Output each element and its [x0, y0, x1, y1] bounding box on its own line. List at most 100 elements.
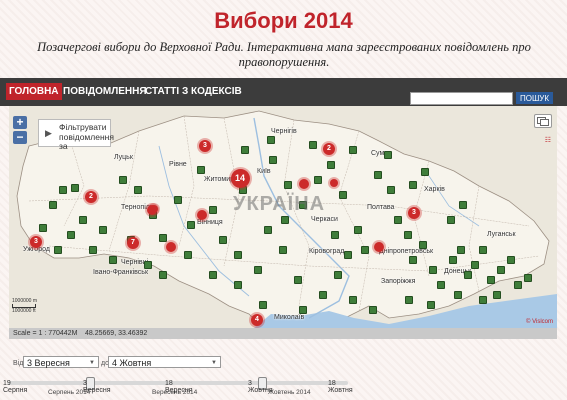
search-button[interactable]: ПОШУК	[516, 92, 553, 104]
report-marker-icon[interactable]	[99, 226, 107, 234]
report-marker-icon[interactable]	[264, 226, 272, 234]
report-marker-icon[interactable]	[184, 251, 192, 259]
report-marker-icon[interactable]	[374, 171, 382, 179]
report-marker-icon[interactable]	[419, 241, 427, 249]
report-marker-icon[interactable]	[344, 251, 352, 259]
cluster-marker[interactable]: 3	[199, 140, 211, 152]
report-marker-icon[interactable]	[384, 151, 392, 159]
report-marker-icon[interactable]	[79, 216, 87, 224]
report-marker-icon[interactable]	[119, 176, 127, 184]
cluster-marker[interactable]	[330, 179, 338, 187]
report-marker-icon[interactable]	[327, 161, 335, 169]
map-credit[interactable]: © Vislcom	[526, 319, 553, 325]
report-marker-icon[interactable]	[281, 216, 289, 224]
report-marker-icon[interactable]	[159, 234, 167, 242]
report-marker-icon[interactable]	[134, 186, 142, 194]
report-marker-icon[interactable]	[457, 246, 465, 254]
report-marker-icon[interactable]	[144, 261, 152, 269]
report-marker-icon[interactable]	[159, 271, 167, 279]
nav-item-home[interactable]: ГОЛОВНА	[6, 83, 62, 100]
report-marker-icon[interactable]	[404, 231, 412, 239]
report-marker-icon[interactable]	[524, 274, 532, 282]
report-marker-icon[interactable]	[71, 184, 79, 192]
report-marker-icon[interactable]	[361, 246, 369, 254]
report-marker-icon[interactable]	[89, 246, 97, 254]
report-marker-icon[interactable]	[471, 261, 479, 269]
cluster-marker[interactable]	[197, 210, 207, 220]
cluster-marker[interactable]: 2	[85, 191, 97, 203]
report-marker-icon[interactable]	[209, 271, 217, 279]
report-marker-icon[interactable]	[234, 251, 242, 259]
report-marker-icon[interactable]	[449, 256, 457, 264]
search-input[interactable]	[410, 92, 513, 105]
report-marker-icon[interactable]	[314, 176, 322, 184]
report-marker-icon[interactable]	[405, 296, 413, 304]
report-marker-icon[interactable]	[514, 281, 522, 289]
nav-item-code-articles[interactable]: СТАТТІ З КОДЕКСІВ	[142, 83, 245, 100]
report-marker-icon[interactable]	[394, 216, 402, 224]
report-marker-icon[interactable]	[39, 224, 47, 232]
map-view[interactable]: Чернігів Суми Луцьк Рівне Житомир Київ Харків Т…	[9, 106, 557, 328]
cluster-marker[interactable]	[166, 242, 176, 252]
cluster-marker[interactable]	[150, 205, 158, 213]
report-marker-icon[interactable]	[187, 221, 195, 229]
cluster-marker[interactable]	[299, 179, 309, 189]
report-marker-icon[interactable]	[294, 276, 302, 284]
report-marker-icon[interactable]	[234, 281, 242, 289]
report-marker-icon[interactable]	[429, 266, 437, 274]
report-marker-icon[interactable]	[349, 296, 357, 304]
report-marker-icon[interactable]	[49, 201, 57, 209]
layers-icon[interactable]	[534, 114, 552, 128]
report-marker-icon[interactable]	[299, 306, 307, 314]
report-marker-icon[interactable]	[447, 216, 455, 224]
report-marker-icon[interactable]	[409, 181, 417, 189]
report-marker-icon[interactable]	[354, 226, 362, 234]
report-marker-icon[interactable]	[67, 231, 75, 239]
report-marker-icon[interactable]	[219, 236, 227, 244]
report-marker-icon[interactable]	[369, 306, 377, 314]
report-marker-icon[interactable]	[259, 301, 267, 309]
from-date-select[interactable]: 3 Вересня ▼	[23, 356, 99, 368]
report-marker-icon[interactable]	[349, 146, 357, 154]
report-marker-icon[interactable]	[493, 291, 501, 299]
report-marker-icon[interactable]	[174, 196, 182, 204]
report-marker-icon[interactable]	[197, 166, 205, 174]
report-marker-icon[interactable]	[479, 246, 487, 254]
report-marker-icon[interactable]	[479, 296, 487, 304]
report-marker-icon[interactable]	[309, 141, 317, 149]
nav-item-messages[interactable]: ПОВІДОМЛЕННЯ	[60, 83, 150, 100]
report-marker-icon[interactable]	[319, 291, 327, 299]
cluster-marker[interactable]: 2	[323, 143, 335, 155]
report-marker-icon[interactable]	[409, 256, 417, 264]
report-marker-icon[interactable]	[54, 246, 62, 254]
report-marker-icon[interactable]	[267, 136, 275, 144]
report-marker-icon[interactable]	[421, 168, 429, 176]
report-marker-icon[interactable]	[464, 271, 472, 279]
report-marker-icon[interactable]	[209, 206, 217, 214]
report-marker-icon[interactable]	[454, 291, 462, 299]
cluster-marker[interactable]: 7	[127, 237, 139, 249]
rss-icon[interactable]: ☷	[545, 136, 551, 144]
report-marker-icon[interactable]	[339, 191, 347, 199]
report-marker-icon[interactable]	[241, 146, 249, 154]
cluster-marker[interactable]: 4	[251, 314, 263, 326]
report-marker-icon[interactable]	[497, 266, 505, 274]
report-marker-icon[interactable]	[387, 186, 395, 194]
filter-panel[interactable]: ▶ Фільтрувати повідомлення за	[38, 119, 114, 151]
report-marker-icon[interactable]	[279, 246, 287, 254]
report-marker-icon[interactable]	[269, 156, 277, 164]
report-marker-icon[interactable]	[507, 256, 515, 264]
report-marker-icon[interactable]	[254, 266, 262, 274]
cluster-marker[interactable]: 14	[230, 168, 250, 188]
report-marker-icon[interactable]	[59, 186, 67, 194]
report-marker-icon[interactable]	[109, 256, 117, 264]
report-marker-icon[interactable]	[459, 201, 467, 209]
zoom-in-button[interactable]: +	[13, 116, 27, 129]
report-marker-icon[interactable]	[427, 301, 435, 309]
report-marker-icon[interactable]	[334, 271, 342, 279]
cluster-marker[interactable]	[374, 242, 384, 252]
timeline-slider[interactable]: 19 Серпня 3 Вересня 18 Вересня 3 Жовтня 18 Жо…	[0, 372, 567, 400]
cluster-marker[interactable]: 3	[30, 236, 42, 248]
cluster-marker[interactable]: 3	[408, 207, 420, 219]
report-marker-icon[interactable]	[284, 181, 292, 189]
